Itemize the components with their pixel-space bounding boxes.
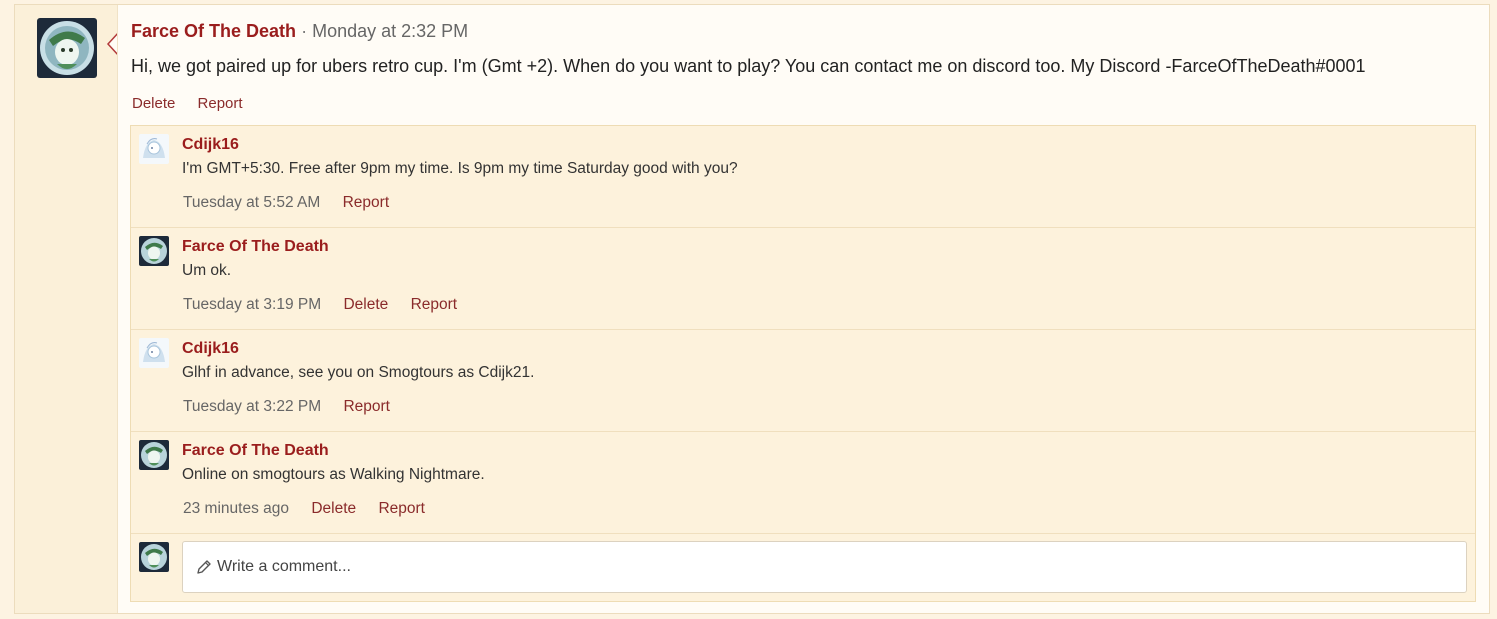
comment-report-link[interactable]: Report xyxy=(343,398,390,415)
post-content: Farce Of The Death · Monday at 2:32 PM H… xyxy=(117,5,1489,613)
avatar-cdijk-icon xyxy=(139,134,169,164)
comment-report-link[interactable]: Report xyxy=(378,500,425,517)
comment-delete-link[interactable]: Delete xyxy=(343,296,388,313)
comment-text: Glhf in advance, see you on Smogtours as… xyxy=(182,364,535,381)
comment-item: Farce Of The Death Online on smogtours a… xyxy=(131,432,1475,534)
write-comment-placeholder: Write a comment... xyxy=(217,558,351,575)
commenter-avatar[interactable] xyxy=(139,338,169,368)
avatar-farce-icon xyxy=(139,440,169,470)
post-header: Farce Of The Death · Monday at 2:32 PM xyxy=(131,21,468,42)
post-report-link[interactable]: Report xyxy=(198,95,243,112)
write-comment-input[interactable]: Write a comment... xyxy=(182,541,1467,593)
comment-text: I'm GMT+5:30. Free after 9pm my time. Is… xyxy=(182,160,738,177)
comment-timestamp[interactable]: Tuesday at 5:52 AM xyxy=(183,194,320,211)
comment-author[interactable]: Farce Of The Death xyxy=(182,442,329,460)
comments-list: Cdijk16 I'm GMT+5:30. Free after 9pm my … xyxy=(130,125,1476,602)
post-timestamp[interactable]: Monday at 2:32 PM xyxy=(312,21,468,41)
avatar-farce-icon xyxy=(139,542,169,572)
comment-author[interactable]: Cdijk16 xyxy=(182,340,239,358)
avatar-farce-icon xyxy=(139,236,169,266)
comment-meta: Tuesday at 5:52 AM Report xyxy=(183,194,407,212)
comment-item: Farce Of The Death Um ok. Tuesday at 3:1… xyxy=(131,228,1475,330)
commenter-avatar[interactable] xyxy=(139,134,169,164)
write-comment-row: Write a comment... xyxy=(131,534,1475,602)
commenter-avatar[interactable] xyxy=(139,236,169,266)
comment-item: Cdijk16 I'm GMT+5:30. Free after 9pm my … xyxy=(131,126,1475,228)
commenter-avatar[interactable] xyxy=(139,440,169,470)
comment-text: Um ok. xyxy=(182,262,232,279)
comment-report-link[interactable]: Report xyxy=(411,296,458,313)
current-user-avatar xyxy=(139,542,169,572)
comment-delete-link[interactable]: Delete xyxy=(311,500,356,517)
author-avatar[interactable] xyxy=(37,18,97,78)
comment-meta: 23 minutes ago Delete Report xyxy=(183,500,443,518)
header-separator: · xyxy=(301,21,308,41)
post-delete-link[interactable]: Delete xyxy=(132,95,175,112)
pencil-icon xyxy=(197,560,211,574)
comment-item: Cdijk16 Glhf in advance, see you on Smog… xyxy=(131,330,1475,432)
comment-meta: Tuesday at 3:22 PM Report xyxy=(183,398,408,416)
post-avatar-column xyxy=(15,5,120,613)
comment-author[interactable]: Cdijk16 xyxy=(182,136,239,154)
profile-post: Farce Of The Death · Monday at 2:32 PM H… xyxy=(14,4,1490,614)
post-actions: Delete Report xyxy=(132,95,261,112)
comment-timestamp[interactable]: Tuesday at 3:19 PM xyxy=(183,296,321,313)
post-body: Hi, we got paired up for ubers retro cup… xyxy=(131,56,1366,76)
avatar-cdijk-icon xyxy=(139,338,169,368)
comment-meta: Tuesday at 3:19 PM Delete Report xyxy=(183,296,475,314)
comment-timestamp[interactable]: 23 minutes ago xyxy=(183,500,289,517)
comment-author[interactable]: Farce Of The Death xyxy=(182,238,329,256)
comment-report-link[interactable]: Report xyxy=(343,194,390,211)
comment-text: Online on smogtours as Walking Nightmare… xyxy=(182,466,485,483)
comment-timestamp[interactable]: Tuesday at 3:22 PM xyxy=(183,398,321,415)
post-author-link[interactable]: Farce Of The Death xyxy=(131,21,296,41)
